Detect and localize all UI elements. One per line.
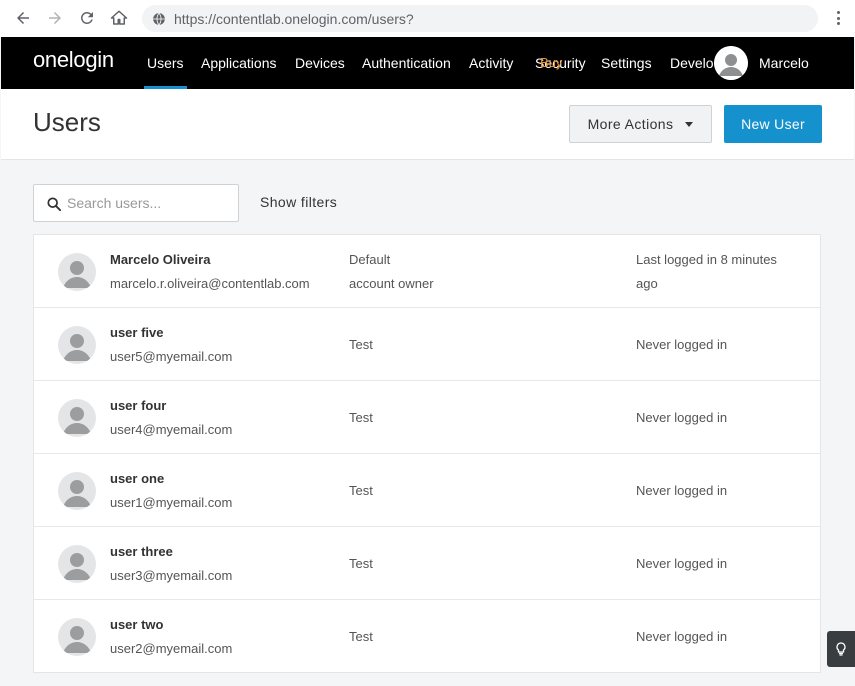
- last-login-cont: ago: [636, 276, 658, 291]
- last-login: Never logged in: [636, 410, 728, 425]
- user-list: Marcelo Oliveira marcelo.r.oliveira@cont…: [33, 234, 821, 673]
- site-info-icon[interactable]: [152, 12, 166, 26]
- nav-activity[interactable]: Activity: [469, 37, 513, 89]
- onelogin-logo[interactable]: onelogin: [33, 47, 114, 73]
- user-row[interactable]: user four user4@myemail.com Test Never l…: [34, 381, 820, 454]
- user-email: user5@myemail.com: [110, 349, 233, 364]
- user-email: user4@myemail.com: [110, 422, 233, 437]
- last-login: Never logged in: [636, 556, 728, 571]
- buy-overlay-text: Buy: [540, 55, 563, 70]
- avatar-icon: [58, 253, 96, 291]
- user-row[interactable]: user one user1@myemail.com Test Never lo…: [34, 454, 820, 527]
- user-email: marcelo.r.oliveira@contentlab.com: [110, 276, 310, 291]
- help-lightbulb-button[interactable]: [827, 631, 855, 667]
- user-name: user three: [110, 544, 173, 559]
- more-actions-button[interactable]: More Actions: [569, 105, 712, 143]
- nav-authentication[interactable]: Authentication: [362, 37, 451, 89]
- show-filters-link[interactable]: Show filters: [260, 194, 337, 210]
- user-name: user five: [110, 325, 164, 340]
- user-email: user1@myemail.com: [110, 495, 233, 510]
- nav-developers[interactable]: Developers: [670, 37, 714, 89]
- user-avatar-icon[interactable]: [714, 46, 748, 80]
- search-icon: [47, 197, 61, 211]
- user-role: Default: [349, 252, 391, 267]
- user-role: Test: [349, 629, 373, 644]
- search-input[interactable]: [67, 185, 232, 221]
- last-login: Never logged in: [636, 483, 728, 498]
- user-role: Test: [349, 410, 373, 425]
- user-name: user four: [110, 398, 167, 413]
- nav-devices[interactable]: Devices: [295, 37, 345, 89]
- user-role: Test: [349, 337, 373, 352]
- browser-menu-icon[interactable]: [835, 9, 841, 27]
- caret-down-icon: [685, 121, 694, 127]
- user-name: user two: [110, 617, 164, 632]
- user-row[interactable]: Marcelo Oliveira marcelo.r.oliveira@cont…: [34, 235, 820, 308]
- user-role: Test: [349, 483, 373, 498]
- user-name: user one: [110, 471, 165, 486]
- user-email: user2@myemail.com: [110, 641, 233, 656]
- top-navbar: onelogin Users Applications Devices Auth…: [1, 37, 854, 89]
- back-arrow-icon[interactable]: [12, 7, 34, 29]
- search-box: [33, 184, 239, 222]
- page-header: Users More Actions New User: [1, 89, 854, 160]
- lightbulb-icon: [836, 642, 846, 656]
- nav-applications[interactable]: Applications: [201, 37, 277, 89]
- user-role: Test: [349, 556, 373, 571]
- last-login: Never logged in: [636, 629, 728, 644]
- user-name: Marcelo Oliveira: [110, 252, 211, 267]
- reload-icon[interactable]: [76, 7, 98, 29]
- user-role-subtitle: account owner: [349, 276, 434, 291]
- user-row[interactable]: user two user2@myemail.com Test Never lo…: [34, 600, 820, 673]
- last-login: Never logged in: [636, 337, 728, 352]
- avatar-icon: [58, 618, 96, 656]
- last-login: Last logged in 8 minutes: [636, 252, 777, 267]
- avatar-icon: [58, 472, 96, 510]
- address-bar[interactable]: https://contentlab.onelogin.com/users?: [142, 5, 818, 32]
- page-title: Users: [33, 107, 101, 137]
- avatar-icon: [58, 399, 96, 437]
- browser-toolbar: https://contentlab.onelogin.com/users?: [0, 0, 855, 37]
- more-actions-label: More Actions: [587, 116, 674, 132]
- url-text: https://contentlab.onelogin.com/users?: [174, 10, 414, 27]
- nav-users[interactable]: Users: [144, 37, 187, 89]
- avatar-icon: [58, 326, 96, 364]
- new-user-button[interactable]: New User: [724, 105, 822, 143]
- nav-user-name[interactable]: Marcelo: [759, 37, 809, 89]
- avatar-icon: [58, 545, 96, 583]
- user-row[interactable]: user five user5@myemail.com Test Never l…: [34, 308, 820, 381]
- home-icon[interactable]: [108, 7, 130, 29]
- user-row[interactable]: user three user3@myemail.com Test Never …: [34, 527, 820, 600]
- nav-settings[interactable]: Settings: [601, 37, 652, 89]
- user-email: user3@myemail.com: [110, 568, 233, 583]
- forward-arrow-icon[interactable]: [44, 7, 66, 29]
